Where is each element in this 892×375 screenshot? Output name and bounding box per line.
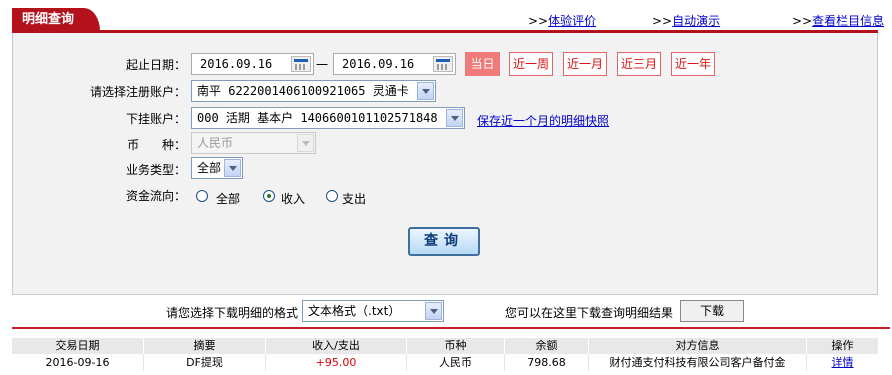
chevron-down-icon[interactable] (224, 159, 241, 177)
link-prefix: >> (792, 14, 813, 28)
header-balance: 余额 (505, 338, 589, 354)
column-info-link[interactable]: >>查看栏目信息 (792, 12, 884, 29)
currency-label: 币 种： (127, 138, 186, 152)
download-button[interactable]: 下载 (680, 300, 744, 322)
cell-counterparty: 财付通支付科技有限公司客户备付金 (589, 354, 807, 371)
quick-range-month[interactable]: 近一月 (563, 52, 607, 76)
flow-expense-radio[interactable] (326, 190, 338, 202)
sub-account-label: 下挂账户： (125, 112, 186, 126)
start-calendar-icon[interactable] (291, 56, 311, 72)
tab-bar: 明细查询 >>体验评价 >>自动演示 >>查看栏目信息 (0, 0, 892, 33)
cell-action: 详情 (807, 354, 878, 371)
chevron-down-icon[interactable] (425, 302, 442, 320)
start-date-value: 2016.09.16 (200, 57, 273, 71)
chevron-down-icon[interactable] (417, 82, 434, 100)
sub-account-value: 000 活期 基本户 1406600101102571848 (197, 111, 438, 125)
query-button[interactable]: 查询 (408, 227, 480, 256)
account-value: 南平 6222001406100921065 灵通卡 (197, 84, 409, 98)
account-label: 请选择注册账户： (89, 85, 186, 99)
cell-summary: DF提现 (144, 354, 266, 371)
cell-date: 2016-09-16 (12, 354, 144, 371)
quick-range-today[interactable]: 当日 (465, 52, 500, 76)
fund-flow-label: 资金流向： (125, 189, 186, 203)
cell-currency: 人民币 (407, 354, 505, 371)
download-format-select[interactable]: 文本格式（.txt） (302, 300, 444, 322)
download-format-label: 请您选择下载明细的格式 (166, 306, 299, 320)
chevron-down-icon[interactable] (446, 109, 463, 127)
auto-demo-label[interactable]: 自动演示 (672, 14, 720, 28)
end-date-input[interactable]: 2016.09.16 (333, 53, 456, 75)
experience-evaluation-label[interactable]: 体验评价 (548, 14, 596, 28)
detail-link[interactable]: 详情 (832, 356, 854, 369)
currency-value: 人民币 (197, 136, 234, 150)
flow-income-label[interactable]: 收入 (281, 190, 305, 207)
quick-range-three-months[interactable]: 近三月 (617, 52, 661, 76)
header-amount: 收入/支出 (266, 338, 407, 354)
end-calendar-icon[interactable] (433, 56, 453, 72)
table-top-divider (12, 327, 890, 329)
save-snapshot-link[interactable]: 保存近一个月的明细快照 (477, 112, 609, 129)
column-info-label[interactable]: 查看栏目信息 (812, 14, 884, 28)
business-type-label: 业务类型： (125, 163, 186, 177)
header-currency: 币种 (407, 338, 505, 354)
currency-select: 人民币 (191, 132, 316, 154)
chevron-down-icon (297, 134, 314, 152)
quick-range-week[interactable]: 近一周 (509, 52, 553, 76)
quick-range-year[interactable]: 近一年 (671, 52, 715, 76)
date-range-label: 起止日期： (125, 58, 186, 72)
business-type-select[interactable]: 全部 (191, 157, 243, 179)
flow-all-label[interactable]: 全部 (216, 190, 240, 207)
tab-detail-query[interactable]: 明细查询 (12, 8, 100, 31)
header-counterparty: 对方信息 (589, 338, 807, 354)
cell-balance: 798.68 (505, 354, 589, 371)
flow-all-radio[interactable] (196, 190, 208, 202)
header-date: 交易日期 (12, 338, 144, 354)
account-select[interactable]: 南平 6222001406100921065 灵通卡 (191, 80, 436, 102)
download-format-value: 文本格式（.txt） (308, 304, 401, 318)
link-prefix: >> (652, 14, 673, 28)
download-hint: 您可以在这里下载查询明细结果 (505, 306, 674, 320)
header-action: 操作 (831, 339, 854, 352)
table-header-row: 交易日期 摘要 收入/支出 币种 余额 对方信息 操作 (12, 338, 878, 354)
link-prefix: >> (528, 14, 549, 28)
business-type-value: 全部 (197, 161, 222, 175)
experience-evaluation-link[interactable]: >>体验评价 (528, 12, 596, 29)
flow-income-radio[interactable] (263, 190, 275, 202)
auto-demo-link[interactable]: >>自动演示 (652, 12, 720, 29)
cell-amount: +95.00 (266, 354, 407, 371)
header-summary: 摘要 (144, 338, 266, 354)
sub-account-select[interactable]: 000 活期 基本户 1406600101102571848 (191, 107, 465, 129)
date-separator: 一 (316, 58, 329, 72)
start-date-input[interactable]: 2016.09.16 (191, 53, 314, 75)
end-date-value: 2016.09.16 (342, 57, 415, 71)
table-row: 2016-09-16 DF提现 +95.00 人民币 798.68 财付通支付科… (12, 354, 878, 371)
flow-expense-label[interactable]: 支出 (342, 190, 366, 207)
